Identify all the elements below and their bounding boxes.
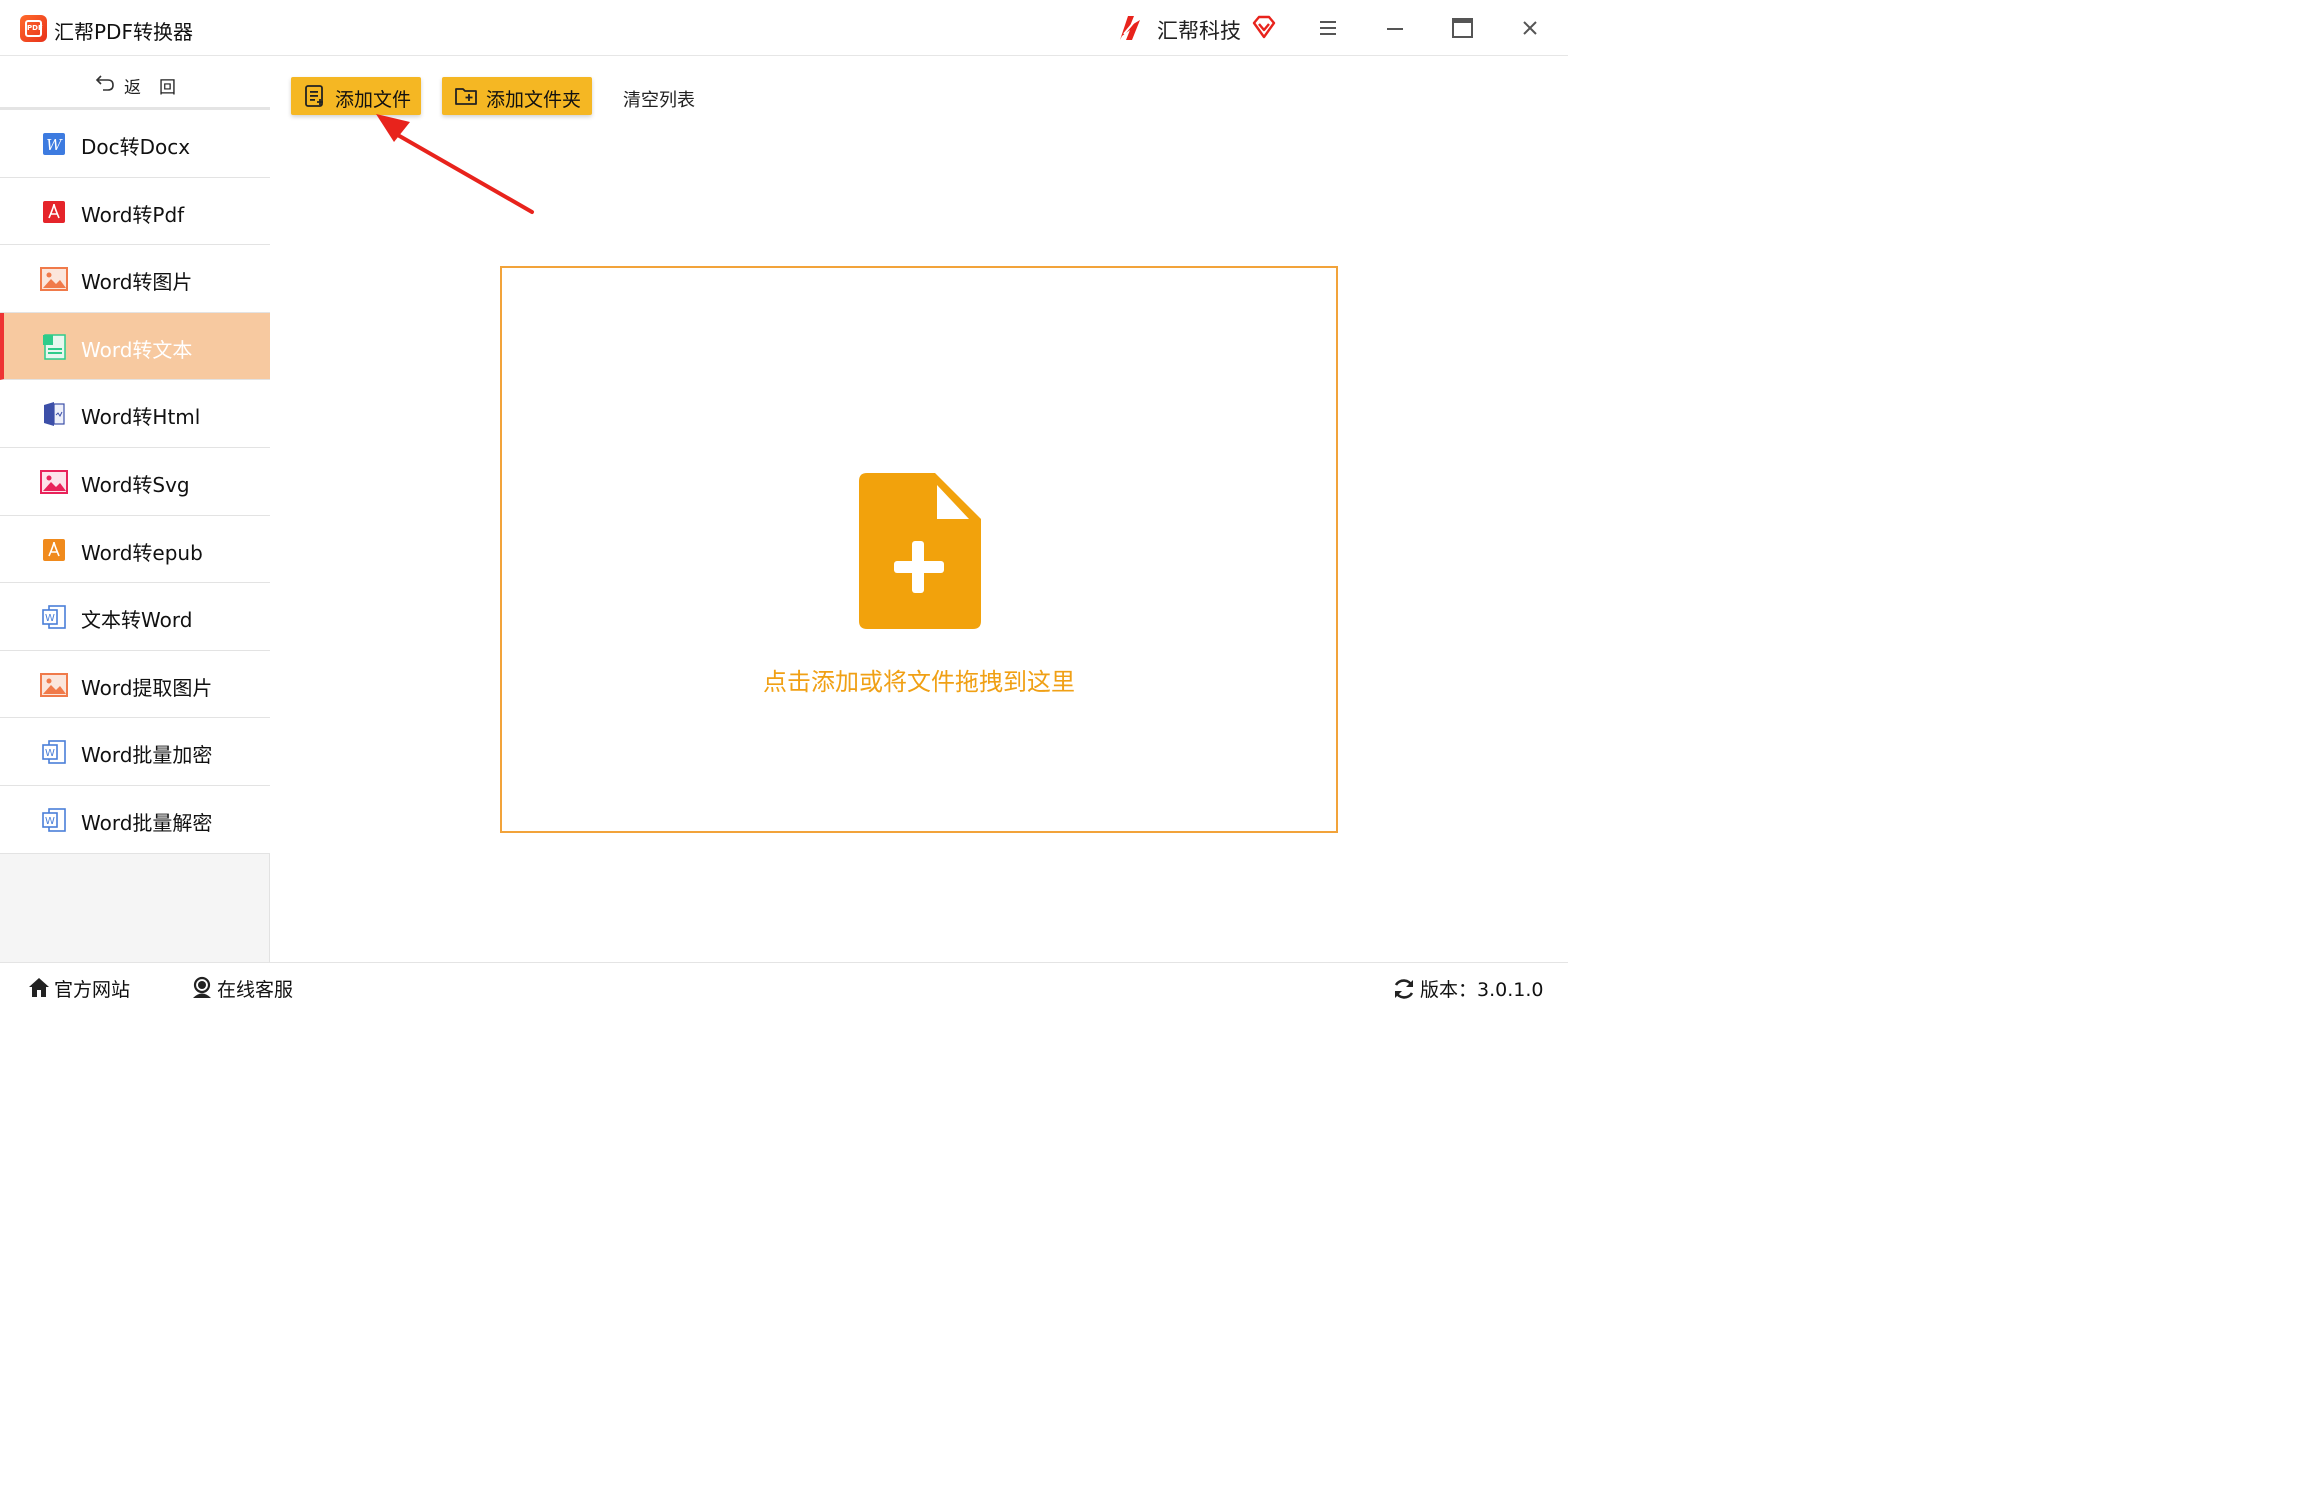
sidebar-item-word-to-svg[interactable]: Word转Svg [0,447,270,516]
sidebar-item-word-to-pdf[interactable]: Word转Pdf [0,177,270,246]
sidebar-item-word-to-html[interactable]: Word转Html [0,380,270,448]
sidebar-item-word-batch-decrypt[interactable]: W Word批量解密 [0,785,270,854]
back-button[interactable]: 返回 [0,56,270,110]
sidebar-item-word-batch-encrypt[interactable]: W Word批量加密 [0,718,270,786]
brand-logo-icon [1120,16,1140,40]
sidebar-item-word-to-text[interactable]: Word转文本 [0,312,270,381]
svg-text:W: W [45,613,55,624]
image-icon [40,267,68,292]
status-bar: 官方网站 在线客服 版本：3.0.1.0 [0,962,1568,1008]
refresh-icon [1394,979,1414,999]
online-service-label: 在线客服 [217,979,294,1001]
drop-zone-hint: 点击添加或将文件拖拽到这里 [763,668,1075,696]
image-icon [40,672,68,697]
sidebar: 返回 W Doc转Docx Word转Pdf Word转图片 Word转文本 W… [0,56,270,962]
maximize-icon[interactable] [1444,12,1480,44]
home-icon [29,978,49,997]
close-icon[interactable] [1512,12,1548,44]
word-doc-icon: W [43,133,65,155]
official-site-label: 官方网站 [54,979,131,1001]
sidebar-item-label: Word转图片 [81,270,193,295]
app-title: 汇帮PDF转换器 [54,20,193,44]
title-bar: PDF 汇帮PDF转换器 汇帮科技 [0,0,1568,56]
menu-icon[interactable] [1310,12,1346,44]
back-arrow-icon [95,75,114,91]
word-outline-icon: W [42,740,66,765]
html-doc-icon [44,402,65,427]
sidebar-item-doc-to-docx[interactable]: W Doc转Docx [0,110,270,178]
word-outline-icon: W [42,808,66,832]
version-label: 版本：3.0.1.0 [1420,979,1544,1001]
sidebar-item-label: Word转epub [81,540,203,565]
sidebar-item-label: Word批量解密 [81,810,213,835]
sidebar-item-label: Word转文本 [81,337,193,362]
brand-name: 汇帮科技 [1157,19,1241,43]
word-outline-icon: W [42,605,66,629]
back-label: 返回 [124,78,194,98]
customer-service-icon [193,976,211,998]
sidebar-item-label: Word转Html [81,405,201,430]
annotation-arrow-icon [376,114,534,214]
sidebar-item-word-to-epub[interactable]: Word转epub [0,515,270,584]
sidebar-item-label: Doc转Docx [81,135,191,159]
sidebar-item-label: Word转Pdf [81,202,185,227]
file-drop-zone[interactable]: 点击添加或将文件拖拽到这里 [500,266,1338,833]
sidebar-item-label: Word转Svg [81,472,190,497]
sidebar-item-text-to-word[interactable]: W 文本转Word [0,583,270,651]
sidebar-item-word-to-image[interactable]: Word转图片 [0,245,270,313]
sidebar-item-label: Word提取图片 [81,675,213,700]
add-file-icon [305,85,323,107]
sidebar-item-label: 文本转Word [81,608,193,633]
clear-list-button[interactable]: 清空列表 [623,86,695,112]
epub-icon [43,538,65,561]
pdf-icon [43,200,65,223]
sidebar-nav: W Doc转Docx Word转Pdf Word转图片 Word转文本 Word… [0,110,270,854]
vip-diamond-icon[interactable] [1251,14,1277,40]
minimize-icon[interactable] [1377,12,1413,44]
sidebar-item-label: Word批量加密 [81,743,213,768]
svg-text:W: W [46,136,63,154]
text-doc-icon [43,334,66,360]
app-logo-icon: PDF [20,15,47,42]
sidebar-item-word-extract-image[interactable]: Word提取图片 [0,650,270,719]
app-logo-text: PDF [25,20,43,37]
add-file-large-icon [859,473,981,629]
svg-text:W: W [45,748,55,759]
svg-image-icon [40,469,68,494]
svg-text:W: W [45,816,55,827]
